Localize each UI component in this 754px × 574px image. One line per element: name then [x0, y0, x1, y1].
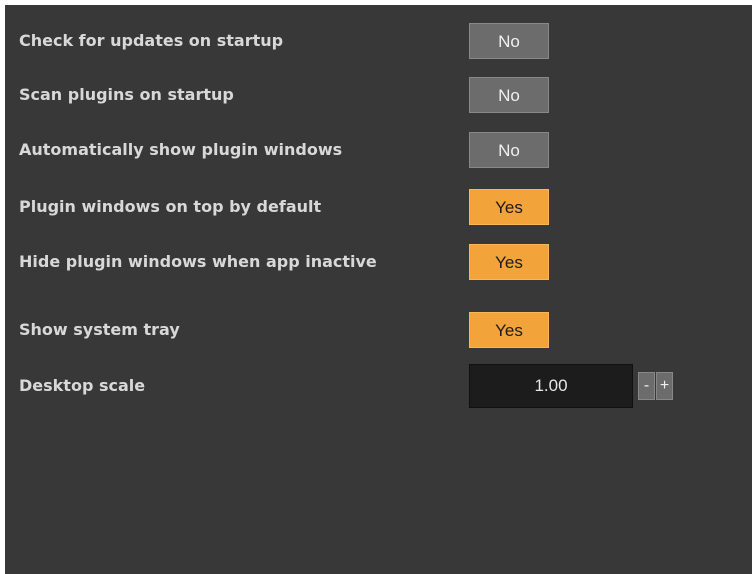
setting-row-plugin-windows-on-top: Plugin windows on top by default Yes	[5, 189, 752, 225]
show-system-tray-toggle[interactable]: Yes	[469, 312, 549, 348]
auto-show-plugin-windows-toggle[interactable]: No	[469, 132, 549, 168]
desktop-scale-increment-button[interactable]: +	[656, 372, 673, 400]
desktop-scale-input[interactable]: 1.00	[469, 364, 633, 408]
setting-row-hide-plugin-windows: Hide plugin windows when app inactive Ye…	[5, 244, 752, 280]
check-updates-toggle[interactable]: No	[469, 23, 549, 59]
setting-row-check-updates: Check for updates on startup No	[5, 23, 752, 59]
setting-label-show-system-tray: Show system tray	[19, 320, 180, 339]
hide-plugin-windows-toggle[interactable]: Yes	[469, 244, 549, 280]
settings-panel: Check for updates on startup No Scan plu…	[5, 5, 752, 574]
setting-label-hide-plugin-windows: Hide plugin windows when app inactive	[19, 252, 377, 271]
desktop-scale-decrement-button[interactable]: -	[638, 372, 655, 400]
setting-row-desktop-scale: Desktop scale 1.00 - +	[5, 364, 752, 408]
setting-row-show-system-tray: Show system tray Yes	[5, 312, 752, 348]
setting-label-scan-plugins: Scan plugins on startup	[19, 85, 234, 104]
setting-row-scan-plugins: Scan plugins on startup No	[5, 77, 752, 113]
setting-label-desktop-scale: Desktop scale	[19, 376, 146, 395]
setting-row-auto-show-plugin-windows: Automatically show plugin windows No	[5, 132, 752, 168]
scan-plugins-toggle[interactable]: No	[469, 77, 549, 113]
plugin-windows-on-top-toggle[interactable]: Yes	[469, 189, 549, 225]
setting-label-check-updates: Check for updates on startup	[19, 31, 284, 50]
setting-label-plugin-windows-on-top: Plugin windows on top by default	[19, 197, 322, 216]
setting-label-auto-show-plugin-windows: Automatically show plugin windows	[19, 140, 343, 159]
